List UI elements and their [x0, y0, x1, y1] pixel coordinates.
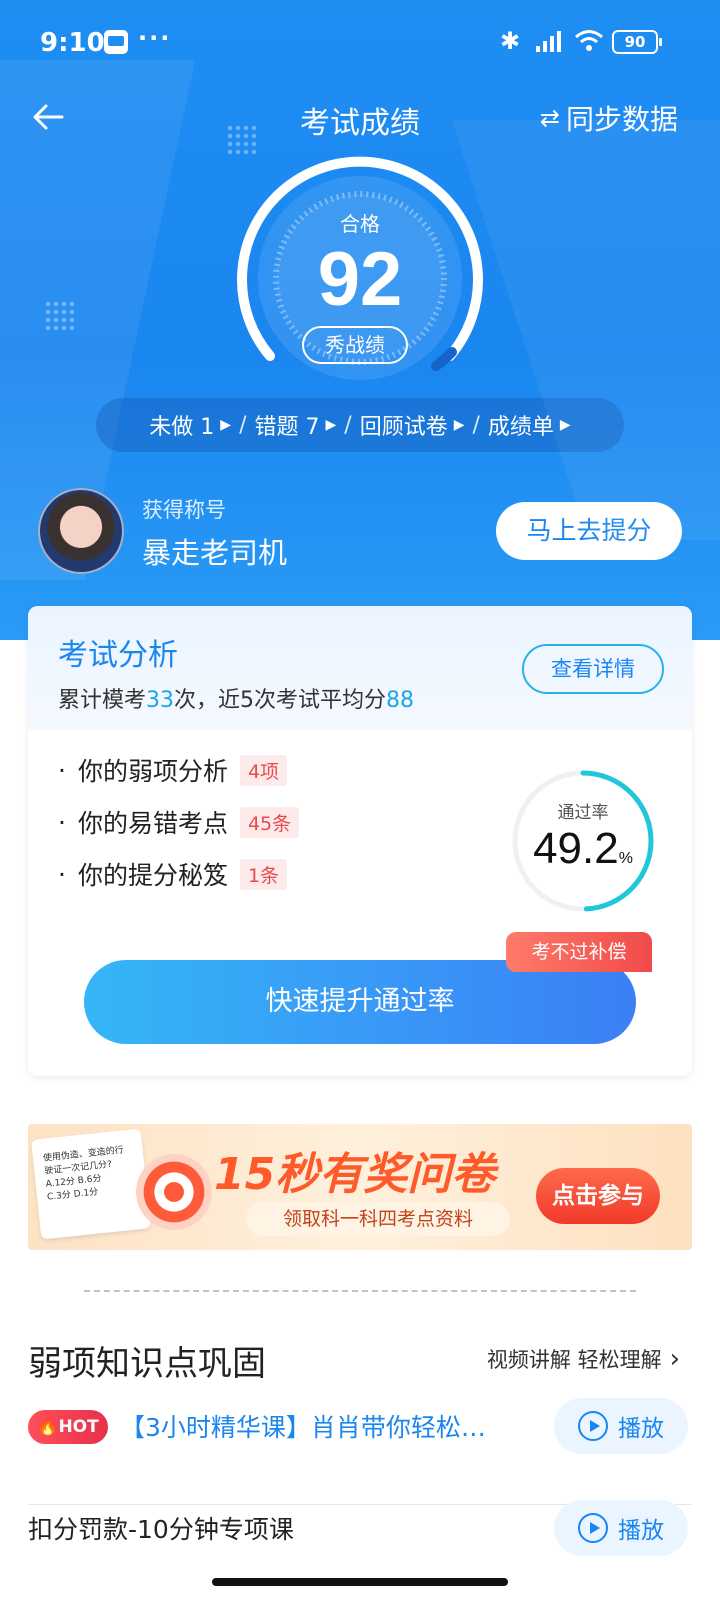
- action-label: 错题 7: [254, 415, 320, 440]
- improve-score-button[interactable]: 马上去提分: [496, 502, 682, 560]
- pass-rate-label: 通过率: [557, 803, 609, 823]
- avatar[interactable]: [38, 488, 124, 574]
- section-more-label: 视频讲解 轻松理解: [486, 1348, 662, 1372]
- pass-rate-unit: %: [618, 850, 633, 867]
- item-label: 你的易错考点: [77, 809, 228, 838]
- play-arrow-icon: ▶: [453, 417, 465, 433]
- count-badge: 1条: [239, 858, 288, 890]
- flame-icon: 🔥: [37, 1417, 59, 1437]
- survey-banner[interactable]: 使用伪造、变造的行 驶证一次记几分? A.12分 B.6分 C.3分 D.1分 …: [28, 1124, 692, 1250]
- summary-middle: 次，近5次考试平均分: [174, 688, 387, 713]
- mock-exam-count: 33: [146, 688, 175, 713]
- hot-badge: 🔥HOT: [28, 1410, 108, 1444]
- play-icon: [578, 1513, 608, 1543]
- bullet-dot: ·: [58, 755, 66, 785]
- more-notifications-icon: ···: [138, 24, 172, 52]
- analysis-title: 考试分析: [58, 638, 178, 673]
- bullet-dot: ·: [58, 859, 66, 889]
- sync-label: 同步数据: [565, 103, 678, 136]
- section-more-link[interactable]: 视频讲解 轻松理解 ›: [487, 1344, 680, 1374]
- list-item-weak-areas[interactable]: · 你的弱项分析 4项: [58, 744, 299, 796]
- banner-cta-button[interactable]: 点击参与: [536, 1168, 660, 1224]
- pass-label: 合格: [340, 212, 380, 236]
- pass-rate-value: 49.2%: [508, 824, 658, 874]
- list-item-tips[interactable]: · 你的提分秘笈 1条: [58, 848, 299, 900]
- decorative-dots: [44, 300, 74, 330]
- chevron-right-icon: ›: [669, 1344, 680, 1374]
- wifi-icon: [575, 30, 603, 51]
- earned-title-label: 获得称号: [142, 498, 226, 522]
- compensation-tag: 考不过补偿: [506, 932, 652, 972]
- banner-title: 15秒有奖问卷: [214, 1149, 496, 1200]
- action-report-card[interactable]: 成绩单 ▶: [488, 409, 571, 441]
- nav-bar: 考试成绩 ⇄ 同步数据: [0, 90, 720, 146]
- play-label: 播放: [618, 1416, 664, 1442]
- header-hero: 9:10 ··· ✱ 90 考试成绩 ⇄ 同步数据 合格 92 秀战绩 未做 1…: [0, 0, 720, 640]
- action-unanswered[interactable]: 未做 1 ▶: [149, 409, 231, 441]
- boost-pass-rate-button[interactable]: 快速提升通过率: [84, 960, 636, 1044]
- count-badge: 45条: [239, 806, 300, 838]
- separator: /: [472, 412, 480, 438]
- exam-actions-bar: 未做 1 ▶ / 错题 7 ▶ / 回顾试卷 ▶ / 成绩单 ▶: [96, 398, 624, 452]
- play-arrow-icon: ▶: [220, 417, 232, 433]
- sync-data-button[interactable]: ⇄ 同步数据: [540, 98, 678, 138]
- target-icon: [136, 1154, 212, 1230]
- play-arrow-icon: ▶: [559, 417, 571, 433]
- score-value: 92: [317, 237, 403, 322]
- play-button[interactable]: 播放: [554, 1500, 688, 1556]
- action-review-paper[interactable]: 回顾试卷 ▶: [360, 409, 465, 441]
- home-indicator[interactable]: [212, 1578, 508, 1586]
- dashed-divider: [84, 1290, 636, 1292]
- decorative-dots: [226, 124, 256, 154]
- analysis-header: 考试分析 累计模考33次，近5次考试平均分88 查看详情: [28, 606, 692, 730]
- separator: /: [239, 412, 247, 438]
- action-label: 未做 1: [149, 415, 215, 440]
- play-label: 播放: [618, 1518, 664, 1544]
- list-item-error-prone[interactable]: · 你的易错考点 45条: [58, 796, 300, 848]
- action-label: 成绩单: [487, 415, 554, 440]
- quiz-paper-text: 使用伪造、变造的行 驶证一次记几分? A.12分 B.6分 C.3分 D.1分: [42, 1145, 125, 1203]
- summary-prefix: 累计模考: [58, 688, 147, 713]
- play-icon: [578, 1411, 608, 1441]
- view-details-button[interactable]: 查看详情: [522, 644, 664, 694]
- average-score: 88: [386, 688, 415, 713]
- section-title: 弱项知识点巩固: [28, 1344, 266, 1384]
- separator: /: [344, 412, 352, 438]
- exam-analysis-card: 考试分析 累计模考33次，近5次考试平均分88 查看详情 · 你的弱项分析 4项 ·…: [28, 606, 692, 1076]
- course-title: 扣分罚款-10分钟专项课: [28, 1515, 294, 1544]
- analysis-summary: 累计模考33次，近5次考试平均分88: [58, 682, 414, 714]
- analysis-list: · 你的弱项分析 4项 · 你的易错考点 45条 · 你的提分秘笈 1条: [58, 744, 300, 900]
- app-notification-icon: [104, 30, 128, 54]
- earned-title-value: 暴走老司机: [142, 536, 288, 570]
- play-arrow-icon: ▶: [325, 417, 337, 433]
- action-label: 回顾试卷: [359, 415, 448, 440]
- banner-subtitle: 领取科一科四考点资料: [246, 1202, 510, 1236]
- show-record-button[interactable]: 秀战绩: [302, 326, 408, 364]
- pass-rate-ring: 通过率 49.2%: [508, 766, 658, 916]
- item-label: 你的提分秘笈: [77, 861, 228, 890]
- pass-rate-number: 49.2: [533, 824, 619, 873]
- battery-indicator: 90: [612, 30, 662, 54]
- hot-label: HOT: [58, 1417, 99, 1437]
- status-time: 9:10: [40, 28, 105, 58]
- signal-icon: [536, 31, 561, 52]
- score-gauge: 合格 92 秀战绩: [226, 156, 494, 386]
- sync-icon: ⇄: [539, 104, 560, 132]
- item-label: 你的弱项分析: [77, 757, 228, 786]
- action-wrong-questions[interactable]: 错题 7 ▶: [254, 409, 336, 441]
- quiz-paper-illustration: 使用伪造、变造的行 驶证一次记几分? A.12分 B.6分 C.3分 D.1分: [31, 1128, 151, 1240]
- count-badge: 4项: [239, 754, 288, 786]
- bluetooth-icon: ✱: [500, 27, 521, 55]
- play-button[interactable]: 播放: [554, 1398, 688, 1454]
- list-item[interactable]: 扣分罚款-10分钟专项课 播放: [28, 1496, 692, 1556]
- bullet-dot: ·: [58, 807, 66, 837]
- course-title: 【3小时精华课】肖肖带你轻松…: [120, 1413, 486, 1442]
- list-item[interactable]: 🔥HOT 【3小时精华课】肖肖带你轻松… 播放: [28, 1394, 692, 1454]
- status-bar: 9:10 ··· ✱ 90: [0, 0, 720, 84]
